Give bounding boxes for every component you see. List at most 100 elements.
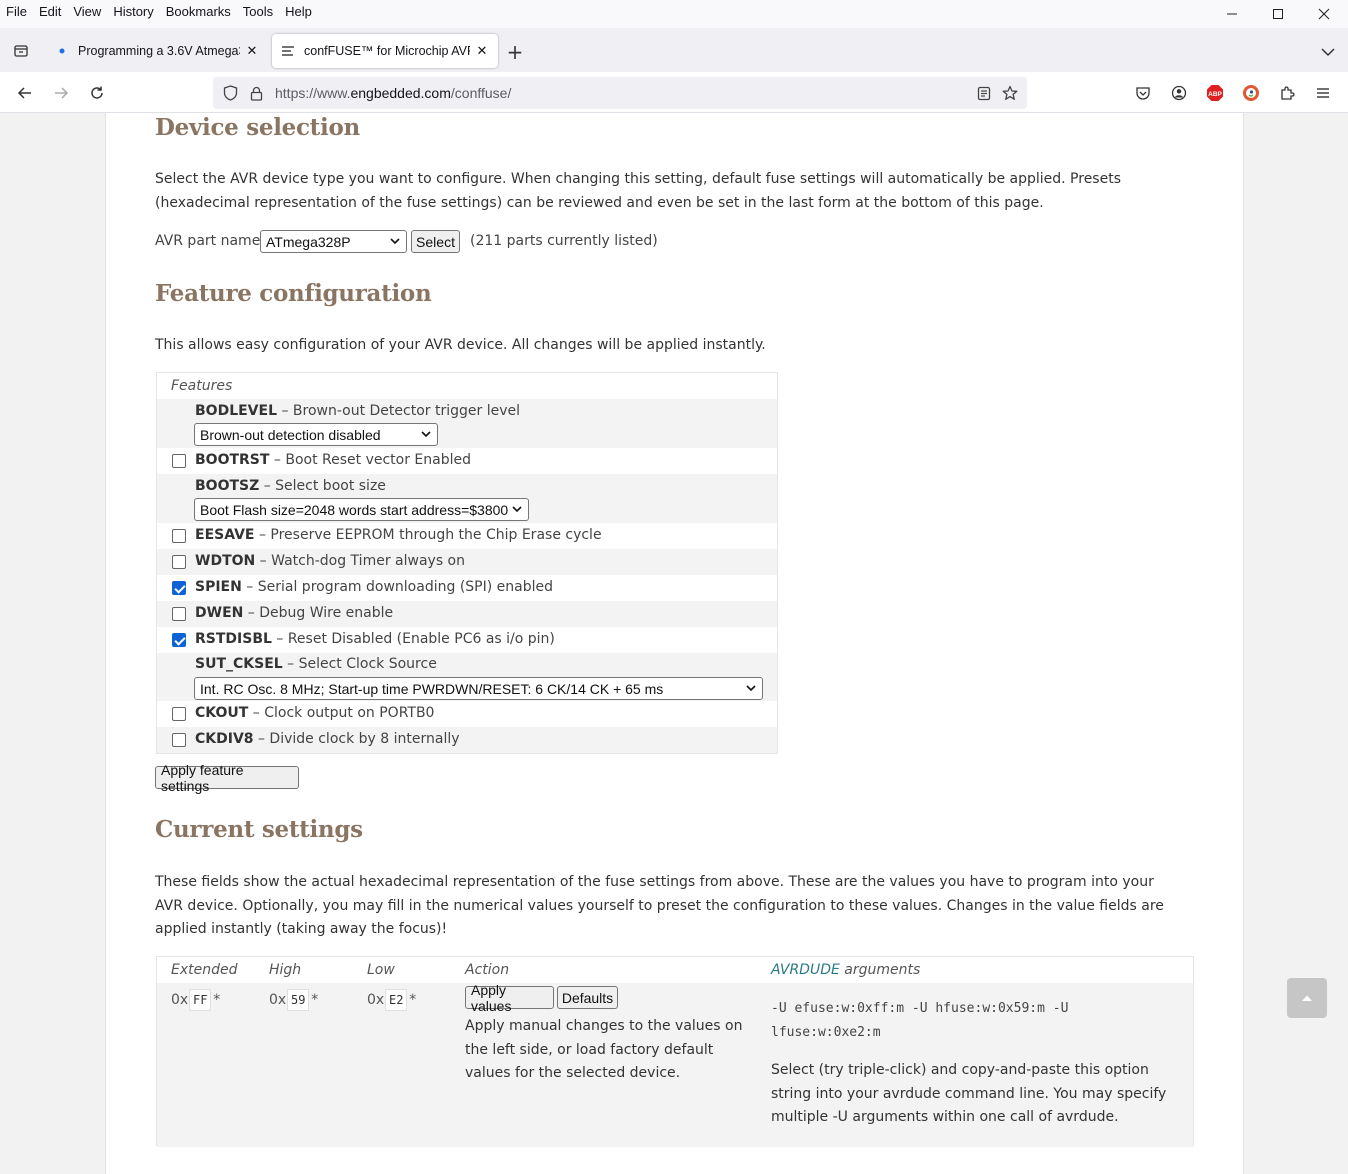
low-fuse-cell: 0x E2 * xyxy=(367,989,416,1011)
bootsz-value: Boot Flash size=2048 words start address… xyxy=(200,501,509,518)
dwen-desc: – Debug Wire enable xyxy=(243,605,394,621)
avrdude-line-2: lfuse:w:0xe2:m xyxy=(771,1025,881,1040)
bodlevel-name: BODLEVEL xyxy=(195,403,277,419)
dwen-checkbox[interactable] xyxy=(172,607,186,621)
menu-help[interactable]: Help xyxy=(279,4,318,19)
tab-close-icon[interactable]: ✕ xyxy=(244,43,260,59)
current-settings-description: These fields show the actual hexadecimal… xyxy=(155,874,1164,937)
spien-checkbox[interactable] xyxy=(172,581,186,595)
rstdisbl-checkbox[interactable] xyxy=(172,633,186,647)
wdton-checkbox[interactable] xyxy=(172,555,186,569)
tab-programming[interactable]: Programming a 3.6V Atmega328 ✕ xyxy=(46,34,268,68)
sut-cksel-select[interactable]: Int. RC Osc. 8 MHz; Start-up time PWRDWN… xyxy=(194,677,763,700)
url-bar[interactable]: https://www.engbedded.com/conffuse/ xyxy=(213,77,1027,109)
features-table-header: Features xyxy=(157,373,777,399)
avr-part-select[interactable]: ATmega328P xyxy=(260,230,407,253)
ckdiv8-checkbox[interactable] xyxy=(172,733,186,747)
ckout-name: CKOUT xyxy=(195,705,249,721)
avrdude-arguments[interactable]: -U efuse:w:0xff:m -U hfuse:w:0x59:m -U l… xyxy=(771,997,1181,1045)
reader-view-icon[interactable] xyxy=(971,80,997,106)
menu-view[interactable]: View xyxy=(67,4,107,19)
puzzle-icon xyxy=(1281,86,1295,100)
parts-count: (211 parts currently listed) xyxy=(470,233,658,249)
bootsz-label: BOOTSZ – Select boot size xyxy=(195,478,386,494)
lock-icon[interactable] xyxy=(243,80,269,106)
new-tab-button[interactable]: + xyxy=(504,42,526,64)
spien-name: SPIEN xyxy=(195,579,242,595)
feature-row-wdton: WDTON – Watch-dog Timer always on xyxy=(157,549,777,575)
bootsz-desc: – Select boot size xyxy=(259,478,386,494)
menu-tools[interactable]: Tools xyxy=(237,4,279,19)
duckduckgo-button[interactable] xyxy=(1238,80,1264,106)
menu-file[interactable]: File xyxy=(0,4,33,19)
defaults-button[interactable]: Defaults xyxy=(557,986,618,1009)
feature-row-bodlevel: BODLEVEL – Brown-out Detector trigger le… xyxy=(157,399,777,448)
select-part-button[interactable]: Select xyxy=(411,230,460,253)
tabs-archive-icon xyxy=(14,45,28,57)
device-selection-description: Select the AVR device type you want to c… xyxy=(155,171,1121,211)
forward-button[interactable] xyxy=(48,80,74,106)
apply-values-button[interactable]: Apply values xyxy=(465,982,554,1014)
feature-row-ckdiv8: CKDIV8 – Divide clock by 8 internally xyxy=(157,727,777,753)
tab-bar: Programming a 3.6V Atmega328 ✕ confFUSE™… xyxy=(0,28,1348,72)
col-action: Action xyxy=(465,962,510,978)
shield-icon[interactable] xyxy=(217,80,243,106)
bookmark-star-icon[interactable] xyxy=(997,80,1023,106)
url-text[interactable]: https://www.engbedded.com/conffuse/ xyxy=(275,85,971,101)
dot-icon xyxy=(54,43,70,59)
sut-cksel-desc: – Select Clock Source xyxy=(282,656,437,672)
col-extended: Extended xyxy=(171,962,238,978)
ckdiv8-desc: – Divide clock by 8 internally xyxy=(253,731,460,747)
extensions-button[interactable] xyxy=(1274,80,1300,106)
app-menu-button[interactable] xyxy=(1310,80,1336,106)
extended-fuse-cell: 0x FF * xyxy=(171,989,220,1011)
feature-row-sut-cksel: SUT_CKSEL – Select Clock Source Int. RC … xyxy=(157,653,777,701)
pocket-icon xyxy=(1136,87,1150,100)
rstdisbl-name: RSTDISBL xyxy=(195,631,272,647)
eesave-checkbox[interactable] xyxy=(172,529,186,543)
adblock-plus-button[interactable]: ABP xyxy=(1202,80,1228,106)
current-settings-header-row: Extended High Low Action AVRDUDE argumen… xyxy=(157,957,1193,983)
tab-title: Programming a 3.6V Atmega328 xyxy=(78,44,240,58)
account-button[interactable] xyxy=(1166,80,1192,106)
features-table: Features BODLEVEL – Brown-out Detector t… xyxy=(156,372,778,754)
sut-cksel-label: SUT_CKSEL – Select Clock Source xyxy=(195,656,437,672)
bootrst-label: BOOTRST – Boot Reset vector Enabled xyxy=(195,452,471,468)
tab-close-icon[interactable]: ✕ xyxy=(474,43,490,59)
col-avrdude-rest: arguments xyxy=(839,962,921,978)
dwen-label: DWEN – Debug Wire enable xyxy=(195,605,393,621)
account-icon xyxy=(1171,85,1187,101)
ckdiv8-label: CKDIV8 – Divide clock by 8 internally xyxy=(195,731,460,747)
feature-configuration-description: This allows easy configuration of your A… xyxy=(155,337,766,353)
window-close-button[interactable] xyxy=(1301,0,1347,28)
scroll-to-top-button[interactable] xyxy=(1287,978,1327,1018)
required-mark: * xyxy=(311,992,319,1008)
avrdude-help-text: Select (try triple-click) and copy-and-p… xyxy=(771,1062,1167,1125)
reload-button[interactable] xyxy=(84,80,110,106)
bodlevel-select[interactable]: Brown-out detection disabled xyxy=(194,423,438,446)
apply-feature-settings-button[interactable]: Apply feature settings xyxy=(155,762,299,794)
pocket-button[interactable] xyxy=(1130,80,1156,106)
ckout-checkbox[interactable] xyxy=(172,707,186,721)
bootrst-checkbox[interactable] xyxy=(172,454,186,468)
list-all-tabs-button[interactable] xyxy=(1320,44,1336,60)
tab-conffuse[interactable]: confFUSE™ for Microchip AVR® ✕ xyxy=(272,34,498,68)
feature-configuration-heading: Feature configuration xyxy=(155,280,432,307)
extended-fuse-input[interactable]: FF xyxy=(189,989,212,1011)
maximize-button[interactable] xyxy=(1255,0,1301,28)
tab-list-button[interactable] xyxy=(8,38,34,64)
minimize-button[interactable] xyxy=(1209,0,1255,28)
chevron-down-icon xyxy=(1321,48,1335,57)
menu-bookmarks[interactable]: Bookmarks xyxy=(160,4,237,19)
bootsz-select[interactable]: Boot Flash size=2048 words start address… xyxy=(194,498,529,521)
low-fuse-input[interactable]: E2 xyxy=(385,989,408,1011)
menu-history[interactable]: History xyxy=(107,4,159,19)
menu-edit[interactable]: Edit xyxy=(33,4,67,19)
high-fuse-input[interactable]: 59 xyxy=(287,989,310,1011)
chevron-down-icon xyxy=(390,238,400,245)
eesave-label: EESAVE – Preserve EEPROM through the Chi… xyxy=(195,527,602,543)
avrdude-link[interactable]: AVRDUDE xyxy=(771,962,840,978)
arrow-right-icon xyxy=(55,87,69,99)
back-button[interactable] xyxy=(12,80,38,106)
avr-part-label: AVR part name: xyxy=(155,233,266,249)
